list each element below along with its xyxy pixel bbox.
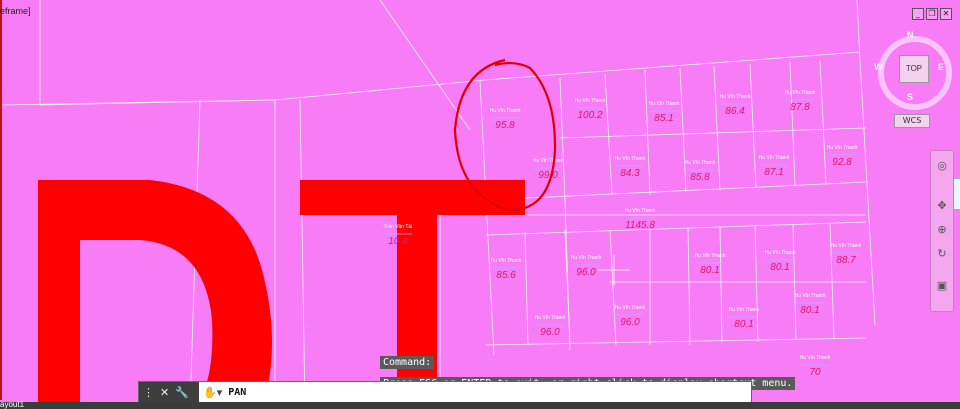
parcel-area-label: 80.1 bbox=[700, 265, 719, 276]
compass-west[interactable]: W bbox=[874, 62, 883, 72]
parcel-owner-label: Hu Vĩn Thanh bbox=[800, 355, 831, 361]
parcel-owner-label: Hu Vĩn Thanh bbox=[729, 307, 760, 313]
parcel-area-label: 96.0 bbox=[620, 317, 640, 328]
orbit-icon[interactable]: ↻ bbox=[935, 247, 949, 261]
parcel-area-label: 87.8 bbox=[790, 102, 810, 113]
showmotion-icon[interactable]: ▣ bbox=[935, 279, 949, 293]
parcel-owner-label: Hu Vĩn Thanh bbox=[827, 145, 858, 151]
zoom-icon[interactable]: ⊕ bbox=[935, 223, 949, 237]
compass-east[interactable]: E bbox=[938, 62, 944, 72]
viewport-left-border bbox=[0, 0, 2, 400]
parcel-owner-label: Hu Vĩn Thanh bbox=[685, 160, 716, 166]
parcel-owner-label: Hu Vĩn Thanh bbox=[831, 243, 862, 249]
status-bar bbox=[0, 402, 960, 409]
minimize-button[interactable]: _ bbox=[912, 8, 924, 20]
compass-north[interactable]: N bbox=[907, 30, 914, 40]
pan-icon[interactable]: ✥ bbox=[935, 199, 949, 213]
parcel-area-label: 80.1 bbox=[770, 262, 789, 273]
parcel-owner-label: Hu Vĩn Thanh bbox=[491, 258, 522, 264]
parcel-owner-label: Trần Văn Tài bbox=[384, 224, 413, 230]
steering-wheel-icon[interactable]: ◎ bbox=[935, 159, 949, 173]
letter-t-bar bbox=[300, 180, 525, 215]
parcel-area-label: 70 bbox=[809, 367, 821, 378]
parcel-owner-label: Hu Vĩn Thanh bbox=[720, 94, 751, 100]
crosshair-cursor bbox=[598, 255, 630, 285]
parcel-owner-label: Hu Vĩn Thanh bbox=[535, 315, 566, 321]
parcel-area-label: 95.8 bbox=[495, 120, 515, 131]
customize-icon[interactable]: 🔧 bbox=[175, 386, 189, 399]
compass-south[interactable]: S bbox=[907, 92, 913, 102]
parcel-area-label: 85.8 bbox=[690, 172, 710, 183]
parcel-owner-label: Hu Vĩn Thanh bbox=[625, 208, 656, 214]
drawing-canvas[interactable]: Hu Vĩn Thanh 95.8 Hu Vĩn Thanh 99.0 Hu Vĩn T… bbox=[0, 0, 960, 409]
command-input[interactable]: PAN bbox=[222, 387, 246, 398]
parcel-owner-label: Hu Vĩn Thanh bbox=[615, 156, 646, 162]
parcel-area-label: 96.0 bbox=[540, 327, 560, 338]
parcel-area-label: 86.4 bbox=[725, 106, 745, 117]
parcel-area-label: 85.1 bbox=[654, 113, 673, 124]
parcel-area-label: 1145.8 bbox=[625, 220, 655, 231]
wcs-menu[interactable]: WCS bbox=[894, 114, 930, 128]
parcel-area-label: 80.1 bbox=[734, 319, 753, 330]
command-line-tools: ⋮ ✕ 🔧 bbox=[139, 382, 199, 402]
recent-commands-icon[interactable]: ✋▾ bbox=[199, 386, 222, 399]
parcel-owner-label: Hu Vĩn Thanh bbox=[759, 155, 790, 161]
parcel-owner-label: Hu Vĩn Thanh bbox=[571, 255, 602, 261]
parcel-owner-label: Hu Vĩn Thanh bbox=[785, 90, 816, 96]
close-button[interactable]: ✕ bbox=[940, 8, 952, 20]
viewcube[interactable]: N W E S TOP WCS bbox=[872, 28, 952, 132]
parcel-owner-label: Hu Vĩn Thanh bbox=[649, 101, 680, 107]
parcel-area-label: 80.1 bbox=[800, 305, 819, 316]
parcel-area-label: 87.1 bbox=[764, 167, 783, 178]
grip-icon[interactable]: ⋮ bbox=[143, 386, 154, 399]
restore-button[interactable]: ❐ bbox=[926, 8, 938, 20]
layout-tab[interactable]: ayout1 bbox=[0, 400, 24, 409]
parcel-area-label: 100.2 bbox=[577, 110, 602, 121]
viewcube-top-face[interactable]: TOP bbox=[899, 55, 929, 83]
parcel-area-label: 92.8 bbox=[832, 157, 852, 168]
viewport-window-controls: _ ❐ ✕ bbox=[912, 8, 952, 20]
parcel-owner-label: Hu Vĩn Thanh bbox=[795, 293, 826, 299]
command-line[interactable]: ⋮ ✕ 🔧 ✋▾ PAN bbox=[138, 381, 752, 403]
letter-d bbox=[38, 180, 272, 409]
parcel-owner-label: Hu Vĩn Thanh bbox=[490, 108, 521, 114]
parcel-owner-label: Hu Vĩn Thanh bbox=[695, 253, 726, 259]
parcel-owner-label: Hu Vĩn Thanh bbox=[533, 158, 564, 164]
parcel-area-label: 84.3 bbox=[620, 168, 640, 179]
parcel-area-label: 85.6 bbox=[496, 270, 516, 281]
parcel-area-label: 88.7 bbox=[836, 255, 856, 266]
parcel-owner-label: Hu Vĩn Thanh bbox=[615, 305, 646, 311]
parcel-area-label: 99.0 bbox=[538, 170, 558, 181]
parcel-area-label: 96.0 bbox=[576, 267, 596, 278]
parcel-owner-label: Hu Vĩn Thanh bbox=[765, 250, 796, 256]
command-history-line-1: Command: bbox=[380, 356, 435, 369]
parcel-owner-label: Hu Vĩn Thanh bbox=[575, 98, 606, 104]
close-icon[interactable]: ✕ bbox=[160, 386, 169, 399]
parcel-area-label: 10.4 bbox=[388, 236, 408, 247]
navigation-bar: ◎ ✥ ⊕ ↻ ▣ bbox=[930, 150, 954, 312]
viewport-label[interactable]: eframe] bbox=[0, 6, 31, 16]
